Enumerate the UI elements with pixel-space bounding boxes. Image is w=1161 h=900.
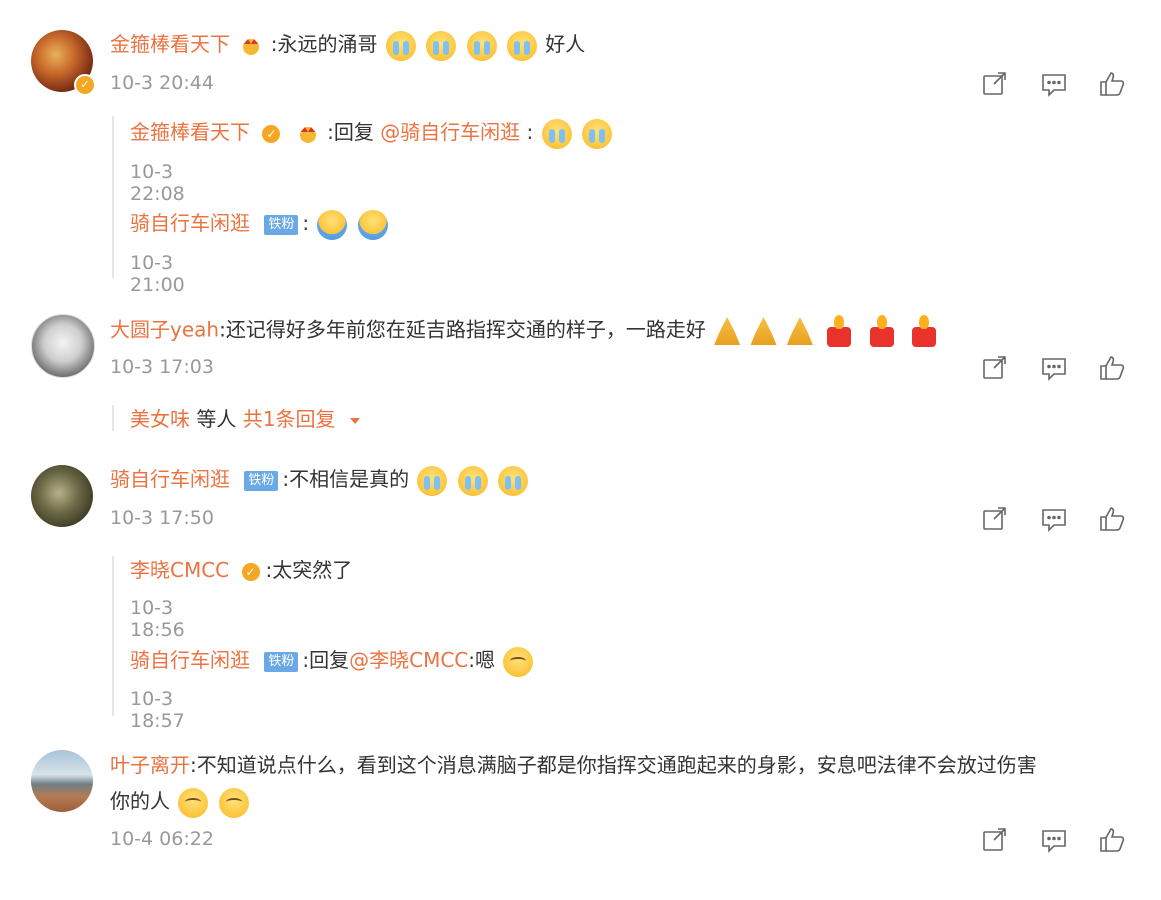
sad-emoji-icon	[218, 787, 249, 818]
comment-text: 你的人	[110, 789, 170, 813]
fan-badge: 铁粉	[264, 651, 299, 672]
comment-text-suffix: 好人	[545, 32, 586, 56]
share-icon[interactable]	[980, 70, 1010, 100]
reply-line: 骑自行车闲逛 铁粉:回复@李晓CMCC:嗯	[130, 646, 535, 677]
like-icon[interactable]	[1098, 505, 1128, 535]
comment-icon[interactable]	[1040, 70, 1070, 100]
fan-badge: 铁粉	[244, 470, 279, 491]
crying-emoji-icon	[506, 30, 537, 61]
candle-icon	[909, 315, 939, 347]
candle-icon	[824, 315, 854, 347]
reply-mention[interactable]: @李晓CMCC	[349, 648, 468, 672]
verified-badge-icon: ✓	[241, 562, 260, 581]
comment-time: 10-3 17:50	[110, 507, 214, 529]
reply-preview-user[interactable]: 美女味	[130, 407, 190, 431]
reply-time: 10-3 18:57	[130, 688, 185, 732]
sad-emoji-icon	[503, 646, 534, 677]
hug-emoji-icon	[317, 209, 348, 240]
reply-text: :嗯	[468, 648, 496, 672]
comment-actions	[980, 354, 1130, 384]
comment-time: 10-4 06:22	[110, 828, 214, 850]
praying-hands-icon	[750, 317, 777, 345]
comment-icon[interactable]	[1040, 505, 1070, 535]
comment-username[interactable]: 金箍棒看天下	[110, 32, 230, 56]
share-icon[interactable]	[980, 826, 1010, 856]
praying-hands-icon	[786, 317, 813, 345]
reply-count[interactable]: 共1条回复	[243, 407, 336, 431]
verified-badge-icon: ✓	[74, 74, 96, 96]
comment-line: 大圆子yeah:还记得好多年前您在延吉路指挥交通的样子，一路走好	[110, 315, 942, 347]
reply-text: :太突然了	[265, 558, 353, 582]
comment-actions	[980, 70, 1130, 100]
reply-username[interactable]: 李晓CMCC	[130, 558, 229, 582]
reply-time: 10-3 22:08	[130, 161, 185, 205]
comment-line-continued: 你的人	[110, 787, 251, 818]
candle-icon	[867, 315, 897, 347]
comment-username[interactable]: 叶子离开	[110, 753, 190, 777]
reply-username[interactable]: 金箍棒看天下	[130, 120, 250, 144]
crying-emoji-icon	[466, 30, 497, 61]
reply-line: 金箍棒看天下 ✓ :回复 @骑自行车闲逛 :	[130, 118, 614, 149]
comment-text: :不知道说点什么，看到这个消息满脑子都是你指挥交通跑起来的身影，安息吧法律不会放…	[190, 753, 1037, 777]
avatar[interactable]	[31, 314, 95, 378]
fan-badge: 铁粉	[264, 214, 299, 235]
crying-emoji-icon	[498, 465, 529, 496]
crown-icon	[243, 38, 260, 55]
comment-text: :不相信是真的	[282, 467, 410, 491]
hug-emoji-icon	[357, 209, 388, 240]
reply-text: :	[302, 211, 310, 235]
crying-emoji-icon	[417, 465, 448, 496]
reply-list: 李晓CMCC ✓ :太突然了 10-3 18:56 骑自行车闲逛 铁粉:回复@李晓…	[112, 556, 534, 732]
comment-icon[interactable]	[1040, 826, 1070, 856]
like-icon[interactable]	[1098, 826, 1128, 856]
reply-time: 10-3 18:56	[130, 597, 185, 641]
comment-username[interactable]: 大圆子yeah	[110, 318, 219, 342]
like-icon[interactable]	[1098, 70, 1128, 100]
avatar[interactable]	[31, 750, 93, 812]
comment-actions	[980, 826, 1130, 856]
reply-username[interactable]: 骑自行车闲逛	[130, 648, 250, 672]
crying-emoji-icon	[457, 465, 488, 496]
comment-icon[interactable]	[1040, 354, 1070, 384]
reply-list: 金箍棒看天下 ✓ :回复 @骑自行车闲逛 : 10-3 22:08 骑自行车闲逛…	[112, 116, 613, 296]
comment-time: 10-3 20:44	[110, 72, 214, 94]
reply-username[interactable]: 骑自行车闲逛	[130, 211, 250, 235]
comment-time: 10-3 17:03	[110, 356, 214, 378]
reply-time: 10-3 21:00	[130, 252, 185, 296]
sad-emoji-icon	[178, 787, 209, 818]
reply-prefix: :回复	[302, 648, 350, 672]
comment-text: :永远的涌哥	[270, 32, 378, 56]
crying-emoji-icon	[582, 118, 613, 149]
like-icon[interactable]	[1098, 354, 1128, 384]
reply-line: 骑自行车闲逛 铁粉:	[130, 209, 390, 240]
more-replies-link[interactable]: 美女味 等人 共1条回复	[112, 405, 360, 431]
reply-mention[interactable]: @骑自行车闲逛	[380, 120, 520, 144]
share-icon[interactable]	[980, 505, 1010, 535]
share-icon[interactable]	[980, 354, 1010, 384]
crying-emoji-icon	[541, 118, 572, 149]
comment-actions	[980, 505, 1130, 535]
comment-line: 叶子离开:不知道说点什么，看到这个消息满脑子都是你指挥交通跑起来的身影，安息吧法…	[110, 751, 1037, 779]
crying-emoji-icon	[426, 30, 457, 61]
reply-prefix: :回复	[327, 120, 374, 144]
crown-icon	[299, 126, 316, 143]
comment-text: :还记得好多年前您在延吉路指挥交通的样子，一路走好	[219, 317, 706, 342]
reply-line: 李晓CMCC ✓ :太突然了	[130, 556, 352, 584]
reply-preview-middle: 等人	[190, 407, 243, 431]
reply-colon: :	[526, 120, 534, 144]
verified-badge-icon: ✓	[262, 124, 281, 143]
comment-line: 骑自行车闲逛 铁粉:不相信是真的	[110, 465, 530, 496]
praying-hands-icon	[714, 317, 741, 345]
avatar[interactable]	[31, 465, 93, 527]
chevron-down-icon[interactable]	[349, 417, 360, 424]
comment-line: 金箍棒看天下 :永远的涌哥 好人	[110, 30, 585, 61]
crying-emoji-icon	[385, 30, 416, 61]
comment-username[interactable]: 骑自行车闲逛	[110, 467, 230, 491]
